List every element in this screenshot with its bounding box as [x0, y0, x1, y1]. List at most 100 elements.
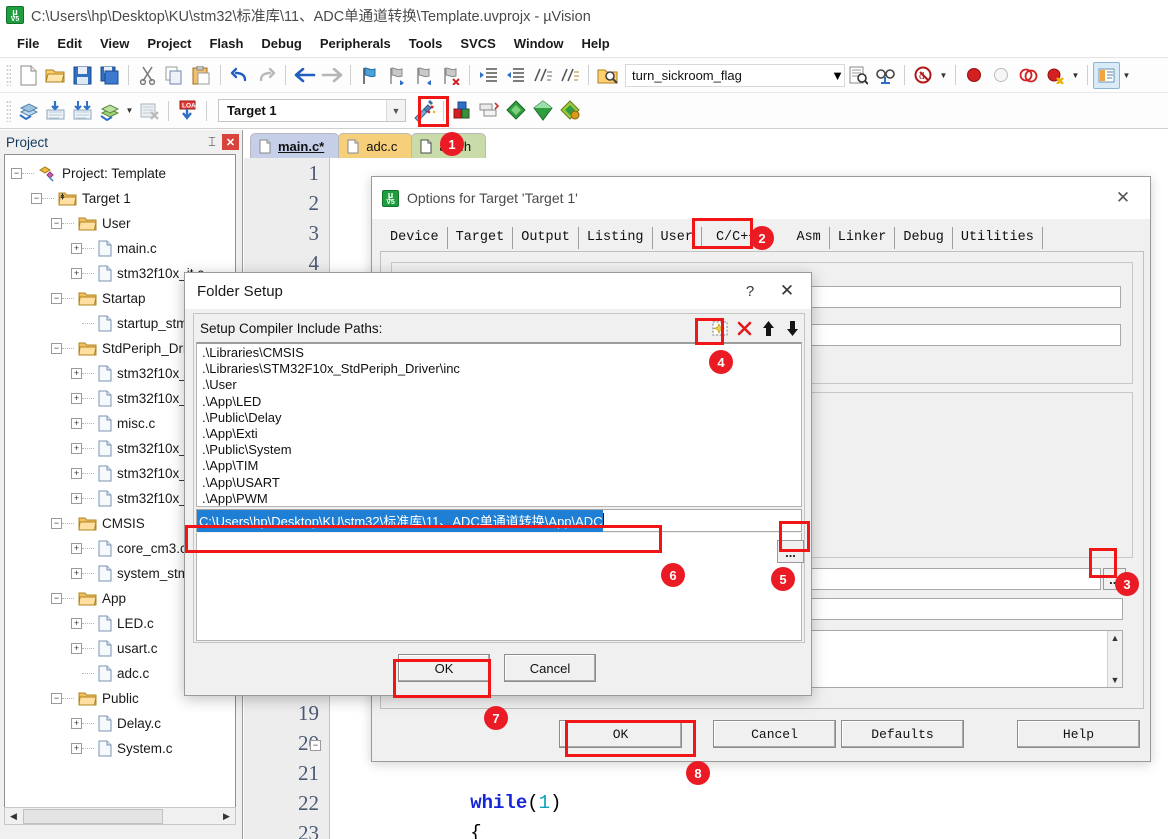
include-path-item[interactable]: .\App\Exti — [197, 426, 801, 442]
include-path-item[interactable]: .\App\LED — [197, 394, 801, 410]
find-in-files-icon[interactable] — [594, 62, 621, 89]
menu-help[interactable]: Help — [573, 34, 619, 53]
debug-start-icon[interactable]: d — [910, 62, 937, 89]
download-to-flash-icon[interactable]: LOAD — [174, 97, 201, 124]
tree-expand-toggle[interactable]: + — [71, 393, 82, 404]
project-tree-hscrollbar[interactable]: ◀ ▶ — [4, 807, 236, 825]
tab-debug[interactable]: Debug — [895, 227, 953, 249]
tree-collapse-toggle[interactable]: − — [51, 593, 62, 604]
tree-expand-toggle[interactable]: + — [71, 743, 82, 754]
menu-peripherals[interactable]: Peripherals — [311, 34, 400, 53]
hscroll-thumb[interactable] — [23, 808, 163, 824]
close-icon[interactable]: ✕ — [767, 277, 807, 305]
menu-view[interactable]: View — [91, 34, 138, 53]
batch-build-dropdown-icon[interactable]: ▼ — [123, 97, 136, 124]
copy-icon[interactable] — [161, 62, 188, 89]
include-path-item[interactable]: .\Public\Delay — [197, 410, 801, 426]
stop-build-icon[interactable] — [136, 97, 163, 124]
save-all-icon[interactable] — [96, 62, 123, 89]
save-icon[interactable] — [69, 62, 96, 89]
indent-increase-icon[interactable] — [475, 62, 502, 89]
move-down-icon[interactable] — [780, 317, 804, 339]
tree-expand-toggle[interactable]: + — [71, 618, 82, 629]
include-path-item[interactable]: .\User — [197, 377, 801, 393]
tree-collapse-toggle[interactable]: − — [11, 168, 22, 179]
folder-ok-button[interactable]: OK — [398, 654, 490, 682]
manage-project-items-icon[interactable] — [476, 97, 503, 124]
tree-collapse-toggle[interactable]: − — [51, 693, 62, 704]
tab-target[interactable]: Target — [448, 227, 514, 249]
toolbar-grip[interactable] — [6, 64, 11, 86]
include-path-item[interactable]: .\App\PWM — [197, 491, 801, 506]
tree-expand-toggle[interactable]: + — [71, 443, 82, 454]
tree-expand-toggle[interactable]: + — [71, 368, 82, 379]
delete-path-icon[interactable] — [732, 317, 756, 339]
pin-icon[interactable]: ⌶ — [204, 133, 220, 151]
options-ok-button[interactable]: OK — [559, 720, 682, 748]
toolbar-grip[interactable] — [6, 99, 11, 122]
uncomment-lines-icon[interactable] — [556, 62, 583, 89]
tree-item-project-template[interactable]: − Project: Template — [5, 161, 235, 186]
menu-tools[interactable]: Tools — [400, 34, 452, 53]
tree-item-user[interactable]: − User — [5, 211, 235, 236]
menu-file[interactable]: File — [8, 34, 48, 53]
translate-icon[interactable] — [15, 97, 42, 124]
find-in-files-dialog-icon[interactable] — [845, 62, 872, 89]
tree-collapse-toggle[interactable]: − — [51, 518, 62, 529]
menu-svcs[interactable]: SVCS — [451, 34, 504, 53]
paste-icon[interactable] — [188, 62, 215, 89]
manage-run-time-icon[interactable] — [449, 97, 476, 124]
include-path-item[interactable]: .\Public\System — [197, 442, 801, 458]
path-edit-input[interactable]: C:\Users\hp\Desktop\KU\stm32\标准库\11、ADC单… — [196, 509, 802, 532]
debug-dropdown-icon[interactable]: ▼ — [937, 62, 950, 89]
move-up-icon[interactable] — [756, 317, 780, 339]
tree-expand-toggle[interactable]: + — [71, 718, 82, 729]
options-defaults-button[interactable]: Defaults — [841, 720, 964, 748]
batch-build-icon[interactable] — [96, 97, 123, 124]
tree-expand-toggle[interactable]: + — [71, 243, 82, 254]
breakpoint-dropdown-icon[interactable]: ▼ — [1069, 62, 1082, 89]
options-help-button[interactable]: Help — [1017, 720, 1140, 748]
chevron-down-icon[interactable]: ▼ — [386, 100, 405, 121]
close-icon[interactable]: ✕ — [222, 134, 239, 150]
pack-manager-icon[interactable] — [557, 97, 584, 124]
new-file-icon[interactable] — [15, 62, 42, 89]
menu-flash[interactable]: Flash — [200, 34, 252, 53]
cut-icon[interactable] — [134, 62, 161, 89]
tab-device[interactable]: Device — [382, 227, 448, 249]
tree-item-main-c[interactable]: + main.c — [5, 236, 235, 261]
scroll-up-icon[interactable]: ▲ — [1111, 631, 1120, 645]
browse-symbols-icon[interactable] — [872, 62, 899, 89]
include-path-item[interactable]: .\App\USART — [197, 475, 801, 491]
tree-item-target-1[interactable]: − Target 1 — [5, 186, 235, 211]
manage-windows-dropdown-icon[interactable]: ▼ — [1120, 62, 1133, 89]
tree-item-system-c[interactable]: + System.c — [5, 736, 235, 761]
menu-debug[interactable]: Debug — [252, 34, 310, 53]
menu-edit[interactable]: Edit — [48, 34, 91, 53]
tab-utilities[interactable]: Utilities — [953, 227, 1043, 249]
tree-expand-toggle[interactable]: + — [71, 543, 82, 554]
target-select[interactable]: Target 1 ▼ — [218, 99, 406, 122]
close-icon[interactable]: ✕ — [1102, 184, 1144, 212]
manage-windows-icon[interactable] — [1093, 61, 1120, 89]
scroll-down-icon[interactable]: ▼ — [1111, 673, 1120, 687]
redo-icon[interactable] — [253, 62, 280, 89]
tree-expand-toggle[interactable]: + — [71, 493, 82, 504]
indent-decrease-icon[interactable] — [502, 62, 529, 89]
rebuild-icon[interactable] — [69, 97, 96, 124]
find-text-combo[interactable]: turn_sickroom_flag ▼ — [625, 63, 845, 87]
tab-asm[interactable]: Asm — [770, 227, 830, 249]
menu-window[interactable]: Window — [505, 34, 573, 53]
navigate-forward-icon[interactable] — [318, 62, 345, 89]
chevron-down-icon[interactable]: ▼ — [831, 68, 844, 83]
help-icon[interactable]: ? — [733, 277, 767, 305]
tree-collapse-toggle[interactable]: − — [51, 343, 62, 354]
tree-expand-toggle[interactable]: + — [71, 418, 82, 429]
navigate-back-icon[interactable] — [291, 62, 318, 89]
bookmark-clear-icon[interactable] — [437, 62, 464, 89]
tree-collapse-toggle[interactable]: − — [51, 218, 62, 229]
code-fold-toggle[interactable]: − — [310, 740, 321, 751]
bookmark-prev-icon[interactable] — [383, 62, 410, 89]
tab-linker[interactable]: Linker — [830, 227, 896, 249]
kill-all-breakpoints-icon[interactable] — [1042, 62, 1069, 89]
